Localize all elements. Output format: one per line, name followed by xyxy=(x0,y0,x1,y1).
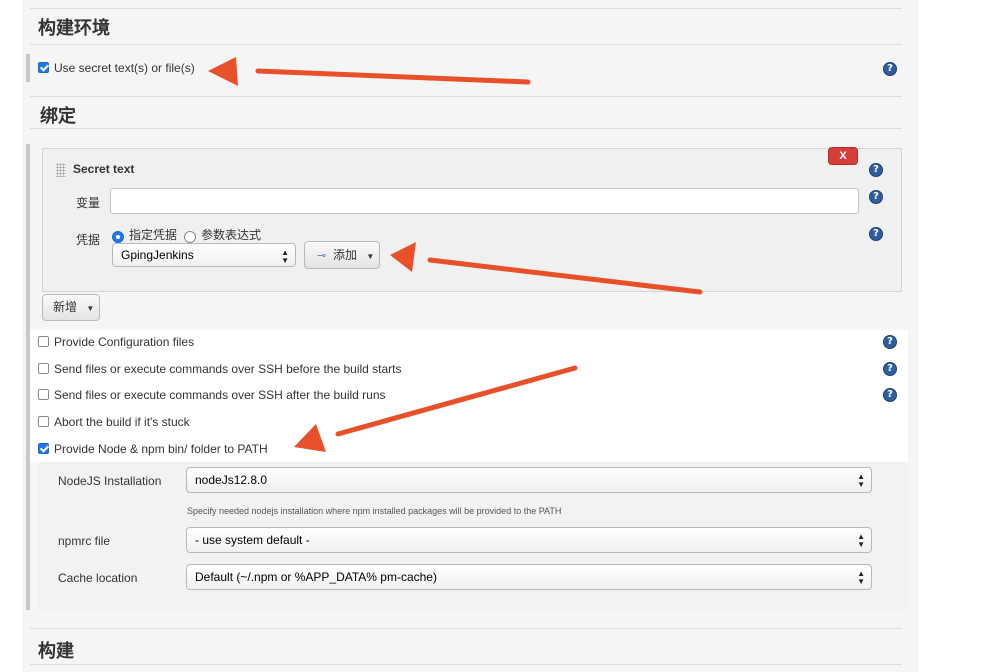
help-icon[interactable]: ? xyxy=(883,62,897,76)
radio-specific-credential[interactable] xyxy=(112,231,124,243)
add-credential-label: 添加 xyxy=(333,248,358,262)
option-label[interactable]: Provide Node & npm bin/ folder to PATH xyxy=(54,442,268,456)
node-installation-select[interactable]: nodeJs12.8.0 ▲ ▼ xyxy=(186,467,872,493)
use-secret-bar xyxy=(26,54,30,82)
help-icon[interactable]: ? xyxy=(883,335,897,349)
option-checkbox[interactable] xyxy=(38,336,49,347)
option-checkbox[interactable] xyxy=(38,363,49,374)
select-arrows-icon: ▲ ▼ xyxy=(857,532,865,549)
use-secret-label[interactable]: Use secret text(s) or file(s) xyxy=(54,61,195,75)
bindings-title: 绑定 xyxy=(40,106,76,126)
bindings-divider xyxy=(30,128,902,129)
key-icon: ⊸ xyxy=(317,250,327,262)
drag-handle-icon[interactable] xyxy=(56,163,66,177)
help-icon[interactable]: ? xyxy=(869,190,883,204)
use-secret-checkbox[interactable] xyxy=(38,62,49,73)
npmrc-value: - use system default - xyxy=(195,533,310,547)
build-title: 构建 xyxy=(38,641,74,661)
secret-text-box xyxy=(42,148,902,292)
option-checkbox[interactable] xyxy=(38,389,49,400)
add-new-label: 新增 xyxy=(53,300,78,314)
help-icon[interactable]: ? xyxy=(869,227,883,241)
select-arrows-icon: ▲ ▼ xyxy=(857,472,865,489)
select-arrows-icon: ▲ ▼ xyxy=(857,569,865,586)
option-label[interactable]: Send files or execute commands over SSH … xyxy=(54,388,386,402)
help-icon[interactable]: ? xyxy=(883,362,897,376)
help-icon[interactable]: ? xyxy=(869,163,883,177)
select-arrows-icon: ▲ ▼ xyxy=(281,248,289,265)
node-installation-value: nodeJs12.8.0 xyxy=(195,473,268,487)
radio-specific-label[interactable]: 指定凭据 xyxy=(129,226,177,243)
build-env-title: 构建环境 xyxy=(38,18,110,38)
credential-select-value: GpingJenkins xyxy=(121,248,194,262)
option-label[interactable]: Provide Configuration files xyxy=(54,335,194,349)
build-divider xyxy=(30,664,902,665)
credentials-label: 凭据 xyxy=(76,233,101,247)
option-label[interactable]: Abort the build if it's stuck xyxy=(54,415,190,429)
add-new-binding-button[interactable]: 新增 ▼ xyxy=(42,294,100,321)
delete-binding-button[interactable]: X xyxy=(828,147,858,165)
option-label[interactable]: Send files or execute commands over SSH … xyxy=(54,362,402,376)
npmrc-select[interactable]: - use system default - ▲ ▼ xyxy=(186,527,872,553)
build-divider-top xyxy=(30,628,902,629)
credential-select[interactable]: GpingJenkins ▲ ▼ xyxy=(112,243,296,267)
top-divider xyxy=(30,8,902,9)
variable-input[interactable] xyxy=(110,188,859,214)
radio-parameter-expression[interactable] xyxy=(184,231,196,243)
variable-label: 变量 xyxy=(76,196,101,210)
node-installation-hint: Specify needed nodejs installation where… xyxy=(187,506,562,516)
secret-text-title: Secret text xyxy=(73,162,135,176)
add-credential-button[interactable]: ⊸ 添加 ▼ xyxy=(304,241,380,269)
build-env-divider xyxy=(30,44,902,45)
cache-location-label: Cache location xyxy=(58,571,138,585)
option-checkbox[interactable] xyxy=(38,416,49,427)
bindings-divider-top xyxy=(30,96,902,97)
help-icon[interactable]: ? xyxy=(883,388,897,402)
chevron-down-icon: ▼ xyxy=(366,252,375,261)
node-installation-label: NodeJS Installation xyxy=(58,474,162,488)
radio-param-label[interactable]: 参数表达式 xyxy=(201,226,261,243)
cache-location-select[interactable]: Default (~/.npm or %APP_DATA% pm-cache) … xyxy=(186,564,872,590)
npmrc-label: npmrc file xyxy=(58,534,111,548)
chevron-down-icon: ▼ xyxy=(86,304,95,313)
cache-location-value: Default (~/.npm or %APP_DATA% pm-cache) xyxy=(195,570,437,584)
option-checkbox-node-path[interactable] xyxy=(38,443,49,454)
